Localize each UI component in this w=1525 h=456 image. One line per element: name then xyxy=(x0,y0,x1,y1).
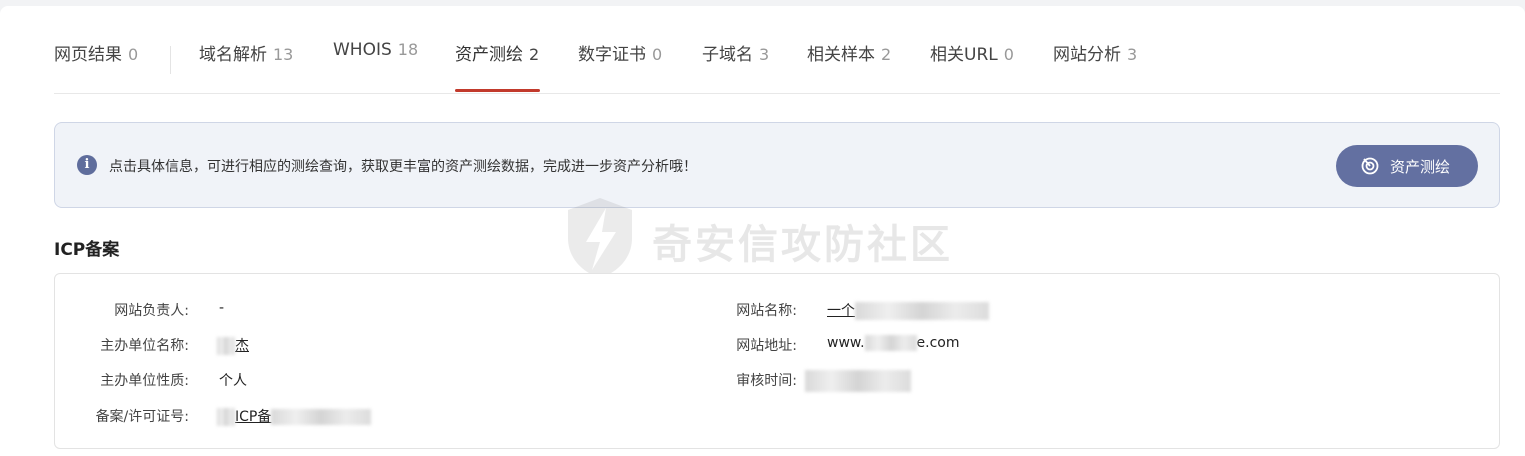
notice-message: 点击具体信息，可进行相应的测绘查询，获取更丰富的资产测绘数据，完成进一步资产分析… xyxy=(109,159,697,175)
tab-site-analysis[interactable]: 网站分析 3 xyxy=(1053,40,1137,65)
tab-subdomains[interactable]: 子域名 3 xyxy=(702,40,769,65)
redacted-block xyxy=(271,409,372,425)
info-notice: i 点击具体信息，可进行相应的测绘查询，获取更丰富的资产测绘数据，完成进一步资产… xyxy=(54,122,1500,208)
tab-dns[interactable]: 域名解析 13 xyxy=(199,40,293,65)
redacted-block xyxy=(217,408,235,426)
section-title: ICP备案 xyxy=(54,240,120,260)
tab-label: 相关样本 xyxy=(807,45,875,65)
watermark-text: 奇安信攻防社区 xyxy=(652,222,953,268)
field-label: 网站名称: xyxy=(736,303,797,319)
field-label: 网站地址: xyxy=(736,338,797,354)
tab-count: 13 xyxy=(273,45,294,64)
review-time-value xyxy=(805,370,911,392)
tab-related-samples[interactable]: 相关样本 2 xyxy=(807,40,891,65)
tab-count: 2 xyxy=(529,45,540,64)
tab-count: 0 xyxy=(652,45,663,64)
license-number-link[interactable]: ICP备 xyxy=(217,406,372,426)
tab-label: 网页结果 xyxy=(54,45,122,65)
organizer-name-link[interactable]: 杰 xyxy=(217,335,249,355)
tab-label: 资产测绘 xyxy=(455,45,523,65)
tab-label: 数字证书 xyxy=(578,45,646,65)
radar-icon xyxy=(1361,157,1379,175)
url-prefix: www. xyxy=(827,335,865,351)
tab-count: 18 xyxy=(397,40,419,59)
field-label: 主办单位名称: xyxy=(100,338,189,354)
field-label: 备案/许可证号: xyxy=(95,409,189,425)
redacted-block xyxy=(217,337,235,355)
field-label: 网站负责人: xyxy=(114,303,189,319)
tab-asset-mapping[interactable]: 资产测绘 2 xyxy=(455,40,539,65)
tab-certificates[interactable]: 数字证书 0 xyxy=(578,40,662,65)
tab-whois[interactable]: WHOIS 18 xyxy=(333,40,418,60)
field-value: - xyxy=(219,300,225,316)
result-card: 网页结果 0 域名解析 13 WHOIS 18 资产测绘 2 数字证书 0 子域名 3 相关… xyxy=(0,6,1525,456)
field-value: 一个 xyxy=(827,303,855,319)
asset-mapping-button[interactable]: 资产测绘 xyxy=(1336,145,1478,187)
tab-label: WHOIS xyxy=(333,40,392,60)
tab-count: 0 xyxy=(1003,45,1014,64)
tab-related-urls[interactable]: 相关URL 0 xyxy=(930,40,1014,65)
active-tab-indicator xyxy=(455,89,540,92)
tab-label: 相关URL xyxy=(930,45,998,65)
tab-bar: 网页结果 0 域名解析 13 WHOIS 18 资产测绘 2 数字证书 0 子域名 3 相关… xyxy=(54,36,1500,94)
field-label: 审核时间: xyxy=(736,373,797,389)
tab-count: 3 xyxy=(1127,45,1138,64)
tab-label: 域名解析 xyxy=(199,45,267,65)
site-name-link[interactable]: 一个 xyxy=(827,300,989,320)
redacted-block xyxy=(864,335,917,351)
info-icon: i xyxy=(77,155,97,175)
tab-count: 0 xyxy=(128,45,139,64)
tab-count: 3 xyxy=(759,45,770,64)
tab-count: 2 xyxy=(881,45,892,64)
tab-web-results[interactable]: 网页结果 0 xyxy=(54,40,138,65)
icp-panel: 网站负责人: - 主办单位名称: 杰 主办单位性质: 个人 备案/许可证号: I… xyxy=(54,273,1500,449)
field-label: 主办单位性质: xyxy=(100,373,189,389)
field-value: 杰 xyxy=(235,338,249,354)
field-value: ICP备 xyxy=(235,409,272,425)
tab-label: 子域名 xyxy=(702,45,753,65)
asset-mapping-button-label: 资产测绘 xyxy=(1390,158,1451,176)
field-value: 个人 xyxy=(219,373,247,389)
redacted-block xyxy=(805,370,911,392)
tab-label: 网站分析 xyxy=(1053,45,1121,65)
redacted-block xyxy=(855,302,989,320)
url-suffix: e.com xyxy=(916,335,960,351)
tab-divider xyxy=(170,46,171,74)
site-address-value[interactable]: www. e.com xyxy=(827,335,959,351)
